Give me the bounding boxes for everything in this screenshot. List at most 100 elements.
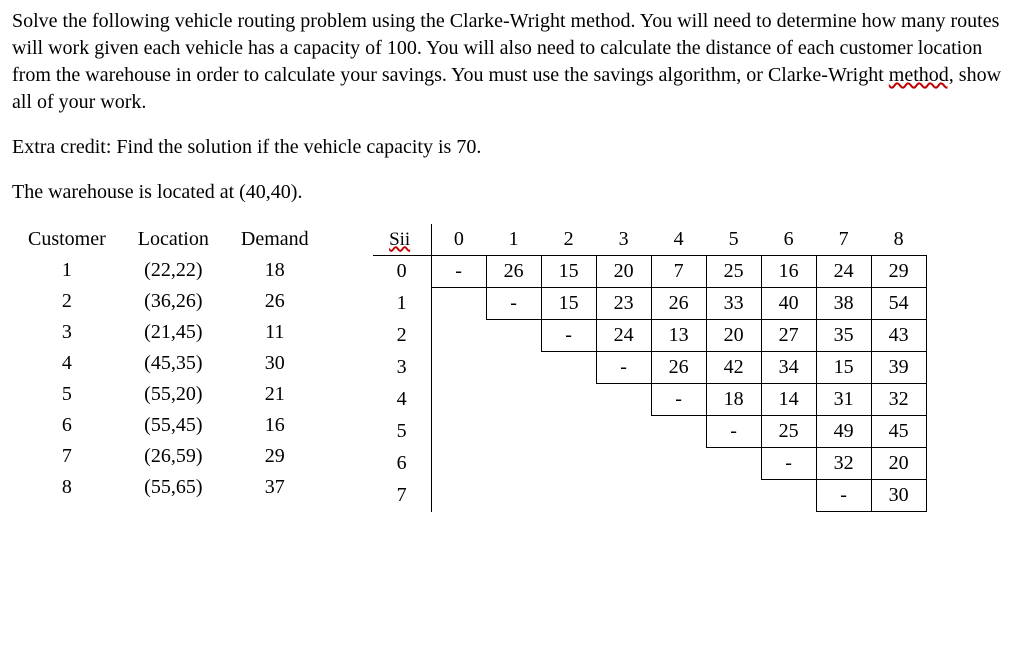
cell: (26,59) — [122, 441, 225, 472]
matrix-cell: - — [596, 352, 651, 384]
matrix-row-label: 2 — [373, 320, 432, 352]
matrix-cell: 43 — [871, 320, 926, 352]
matrix-cell — [486, 320, 541, 352]
cell: 3 — [12, 317, 122, 348]
cell: 37 — [225, 472, 325, 503]
matrix-cell: 38 — [816, 288, 871, 320]
table-row: 4(45,35)30 — [12, 348, 325, 379]
matrix-cell: 15 — [816, 352, 871, 384]
matrix-cell: 20 — [706, 320, 761, 352]
matrix-row: 5-254945 — [373, 416, 927, 448]
matrix-cell — [431, 416, 486, 448]
matrix-col-header: 6 — [761, 224, 816, 256]
matrix-cell: 23 — [596, 288, 651, 320]
cell: 8 — [12, 472, 122, 503]
table-row: 2(36,26)26 — [12, 286, 325, 317]
cell: 18 — [225, 255, 325, 286]
matrix-cell: 39 — [871, 352, 926, 384]
matrix-corner-label: Sii — [373, 224, 432, 256]
matrix-cell — [541, 352, 596, 384]
matrix-header-row: Sii 0 1 2 3 4 5 6 7 8 — [373, 224, 927, 256]
matrix-cell: 34 — [761, 352, 816, 384]
cell: 4 — [12, 348, 122, 379]
matrix-row-label: 0 — [373, 256, 432, 288]
table-row: 8(55,65)37 — [12, 472, 325, 503]
matrix-row-label: 1 — [373, 288, 432, 320]
matrix-col-header: 4 — [651, 224, 706, 256]
matrix-body: 0-2615207251624291-152326334038542-24132… — [373, 256, 927, 512]
matrix-cell — [541, 480, 596, 512]
matrix-row: 0-261520725162429 — [373, 256, 927, 288]
matrix-cell: 7 — [651, 256, 706, 288]
cell: 6 — [12, 410, 122, 441]
matrix-cell — [541, 416, 596, 448]
matrix-row-label: 6 — [373, 448, 432, 480]
cell: (45,35) — [122, 348, 225, 379]
matrix-cell: 18 — [706, 384, 761, 416]
matrix-cell — [431, 352, 486, 384]
matrix-row: 1-15232633403854 — [373, 288, 927, 320]
header-location: Location — [122, 224, 225, 255]
matrix-cell: 26 — [651, 288, 706, 320]
matrix-cell: 25 — [761, 416, 816, 448]
matrix-cell: 15 — [541, 288, 596, 320]
matrix-row: 3-2642341539 — [373, 352, 927, 384]
matrix-cell — [431, 480, 486, 512]
matrix-row: 7 -30 — [373, 480, 927, 512]
matrix-cell: 27 — [761, 320, 816, 352]
matrix-cell: 15 — [541, 256, 596, 288]
matrix-cell — [706, 448, 761, 480]
cell: (21,45) — [122, 317, 225, 348]
matrix-cell: 24 — [816, 256, 871, 288]
matrix-col-header: 8 — [871, 224, 926, 256]
matrix-cell: - — [816, 480, 871, 512]
matrix-cell — [596, 480, 651, 512]
matrix-row: 2-241320273543 — [373, 320, 927, 352]
cell: (55,45) — [122, 410, 225, 441]
matrix-cell — [596, 416, 651, 448]
matrix-col-header: 5 — [706, 224, 761, 256]
distance-matrix: Sii 0 1 2 3 4 5 6 7 8 0-2615207251624291… — [373, 224, 927, 512]
matrix-cell: 32 — [816, 448, 871, 480]
cell: 5 — [12, 379, 122, 410]
matrix-col-header: 2 — [541, 224, 596, 256]
matrix-cell — [486, 448, 541, 480]
matrix-cell: 32 — [871, 384, 926, 416]
matrix-cell — [431, 448, 486, 480]
matrix-cell — [486, 416, 541, 448]
matrix-cell — [431, 288, 486, 320]
matrix-cell — [541, 384, 596, 416]
problem-paragraph: Solve the following vehicle routing prob… — [12, 8, 1012, 116]
matrix-cell: - — [541, 320, 596, 352]
matrix-cell — [486, 384, 541, 416]
matrix-cell: 16 — [761, 256, 816, 288]
cell: 7 — [12, 441, 122, 472]
matrix-cell: 26 — [486, 256, 541, 288]
matrix-cell — [431, 384, 486, 416]
matrix-row: 6-3220 — [373, 448, 927, 480]
cell: (22,22) — [122, 255, 225, 286]
extra-credit-paragraph: Extra credit: Find the solution if the v… — [12, 134, 1012, 161]
matrix-cell — [596, 384, 651, 416]
customer-table-body: 1(22,22)18 2(36,26)26 3(21,45)11 4(45,35… — [12, 255, 325, 503]
matrix-col-header: 3 — [596, 224, 651, 256]
cell: 21 — [225, 379, 325, 410]
matrix-cell: 30 — [871, 480, 926, 512]
cell: (55,20) — [122, 379, 225, 410]
matrix-cell — [596, 448, 651, 480]
matrix-cell: 40 — [761, 288, 816, 320]
matrix-cell: 25 — [706, 256, 761, 288]
matrix-cell: 29 — [871, 256, 926, 288]
matrix-cell: - — [431, 256, 486, 288]
matrix-cell: 42 — [706, 352, 761, 384]
matrix-row-label: 7 — [373, 480, 432, 512]
matrix-row: 4-18143132 — [373, 384, 927, 416]
header-customer: Customer — [12, 224, 122, 255]
cell: 11 — [225, 317, 325, 348]
problem-text-a: Solve the following vehicle routing prob… — [12, 10, 999, 86]
matrix-row-label: 4 — [373, 384, 432, 416]
header-demand: Demand — [225, 224, 325, 255]
customer-table-header-row: Customer Location Demand — [12, 224, 325, 255]
matrix-cell: 33 — [706, 288, 761, 320]
matrix-col-header: 0 — [431, 224, 486, 256]
